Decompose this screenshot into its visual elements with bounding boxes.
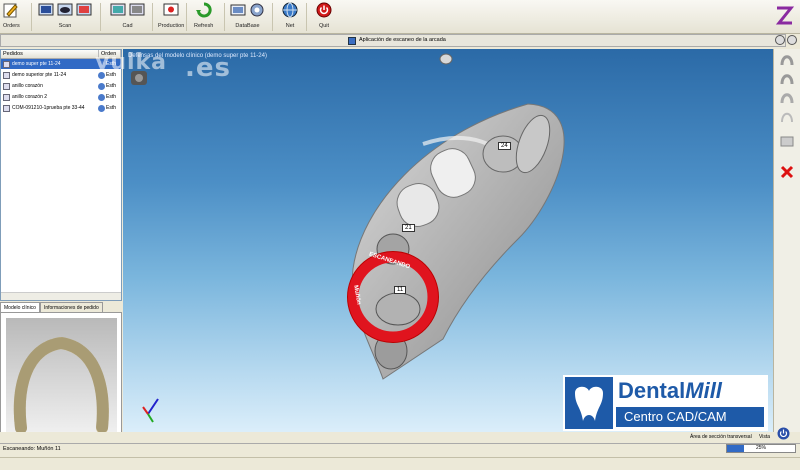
tool-rail [773,49,800,432]
order-name: demo superior pte 11-24 [12,72,67,78]
scan-progress-bar: 25% [726,444,796,453]
refresh-icon [195,2,212,18]
app-logo-icon [775,6,794,25]
logo-subtitle-bar: Centro CAD/CAM [616,407,764,427]
cad-model-icon [129,3,145,16]
module-title-bar: Aplicación de escaneo de la arcada [0,34,786,47]
production-label: Production [158,23,185,29]
production-icon [163,3,179,16]
scan-app-window: Orders Scan Cad Production Refresh DataB… [0,0,800,470]
tooth-label-21: 21 [402,224,415,232]
orders-panel: Pedidos Orden demo super pte 11-24 Esth de… [0,49,122,301]
progress-label: 25% [755,445,766,451]
tooth-label-24: 24 [498,142,511,150]
arch-upper-icon[interactable] [780,52,794,66]
scan-button[interactable]: Scan [38,1,92,29]
order-icon [3,104,10,112]
status-divider [0,457,800,458]
order-icon [3,71,10,79]
scan-3d-icon [57,3,73,16]
view-label[interactable]: Vista [759,434,770,440]
status-bar: Escaneando: Muñón 11 [0,443,800,470]
col-pedidos[interactable]: Pedidos [1,50,99,58]
refresh-label: Refresh [194,23,214,29]
scan-icon [38,3,54,16]
net-button[interactable]: Net [282,1,298,29]
order-row[interactable]: anillo corazón 2 Esth [1,92,121,103]
tab-informaciones-pedido[interactable]: Informaciones de pedido [39,302,103,312]
order-icon [3,60,10,68]
arch-bite-icon[interactable] [780,90,794,104]
power-icon [316,2,332,18]
database-settings-icon [250,3,264,17]
logo-brand-mill: Mill [685,378,722,403]
orders-label: Orders [3,23,20,29]
scan-viewport[interactable]: Defensas del modelo clínico (demo super … [123,49,773,432]
production-button[interactable]: Production [158,1,184,29]
order-status-label: Esth [106,83,117,89]
order-icon [3,82,10,90]
status-text: Escaneando: Muñón 11 [3,446,61,452]
tab-modelo-clinico[interactable]: Modelo clínico [0,302,40,312]
module-title: Aplicación de escaneo de la arcada [359,37,446,43]
model-preview [0,312,122,442]
cad-icon [110,3,126,16]
order-name: anillo corazón 2 [12,94,48,100]
logo-subtitle: Centro CAD/CAM [624,409,727,424]
tooth-label-11: 11 [394,286,407,294]
arch-thumbnail-image [13,336,109,434]
globe-icon [282,2,298,18]
order-status-label: Esth [106,94,117,100]
viewport-footer: Área de sección transversal Vista [0,427,800,443]
horizontal-scrollbar[interactable] [1,292,121,300]
order-name: demo super pte 11-24 [12,61,61,67]
logo-brand-dental: Dental [618,378,686,403]
area-label: Área de sección transversal [690,434,752,440]
orders-button[interactable]: Orders [3,1,20,29]
database-icon [230,4,246,16]
user-icon [98,93,105,101]
order-name: anillo corazón [12,83,43,89]
cad-button[interactable]: Cad [110,1,145,29]
order-status: Esth [94,93,117,101]
main-toolbar: Orders Scan Cad Production Refresh DataB… [0,0,800,34]
order-row[interactable]: COM-091210-1prueba pte 33-44 Esth [1,103,121,114]
rotate-handle-icon[interactable] [439,53,453,65]
quit-label: Quit [318,23,330,29]
quit-button[interactable]: Quit [316,1,332,29]
watermark-part2: .es [185,53,231,83]
delete-icon[interactable] [780,165,794,179]
orders-icon [3,3,19,18]
database-label: DataBase [235,23,260,29]
close-module-button[interactable] [787,35,797,45]
model-thumbnail [6,318,117,436]
cad-label: Cad [122,23,133,29]
monitor-icon[interactable] [780,135,794,149]
database-button[interactable]: DataBase [230,1,265,29]
arch-outline-icon[interactable] [780,109,794,123]
refresh-view-button[interactable] [775,35,785,45]
scan-label: Scan [58,23,72,29]
scan-model-icon [76,3,92,16]
refresh-button[interactable]: Refresh [194,1,213,29]
order-status-label: Esth [106,105,117,111]
arch-lower-icon[interactable] [780,71,794,85]
tooth-glyph-icon [575,386,603,421]
order-icon [3,93,10,101]
user-icon [98,82,105,90]
power-small-icon[interactable] [777,427,790,440]
user-icon [98,104,105,112]
scan-module-icon [348,37,356,45]
dentalmill-logo: DentalMill Centro CAD/CAM [563,375,768,431]
panel-tabs: Modelo clínico Informaciones de pedido [0,302,122,312]
order-name: COM-091210-1prueba pte 33-44 [12,105,85,111]
order-status: Esth [94,82,117,90]
net-label: Net [285,23,295,29]
axis-gizmo-icon [142,398,159,423]
watermark-part1: vulka [95,50,168,75]
order-status: Esth [94,104,117,112]
order-row[interactable]: anillo corazón Esth [1,81,121,92]
